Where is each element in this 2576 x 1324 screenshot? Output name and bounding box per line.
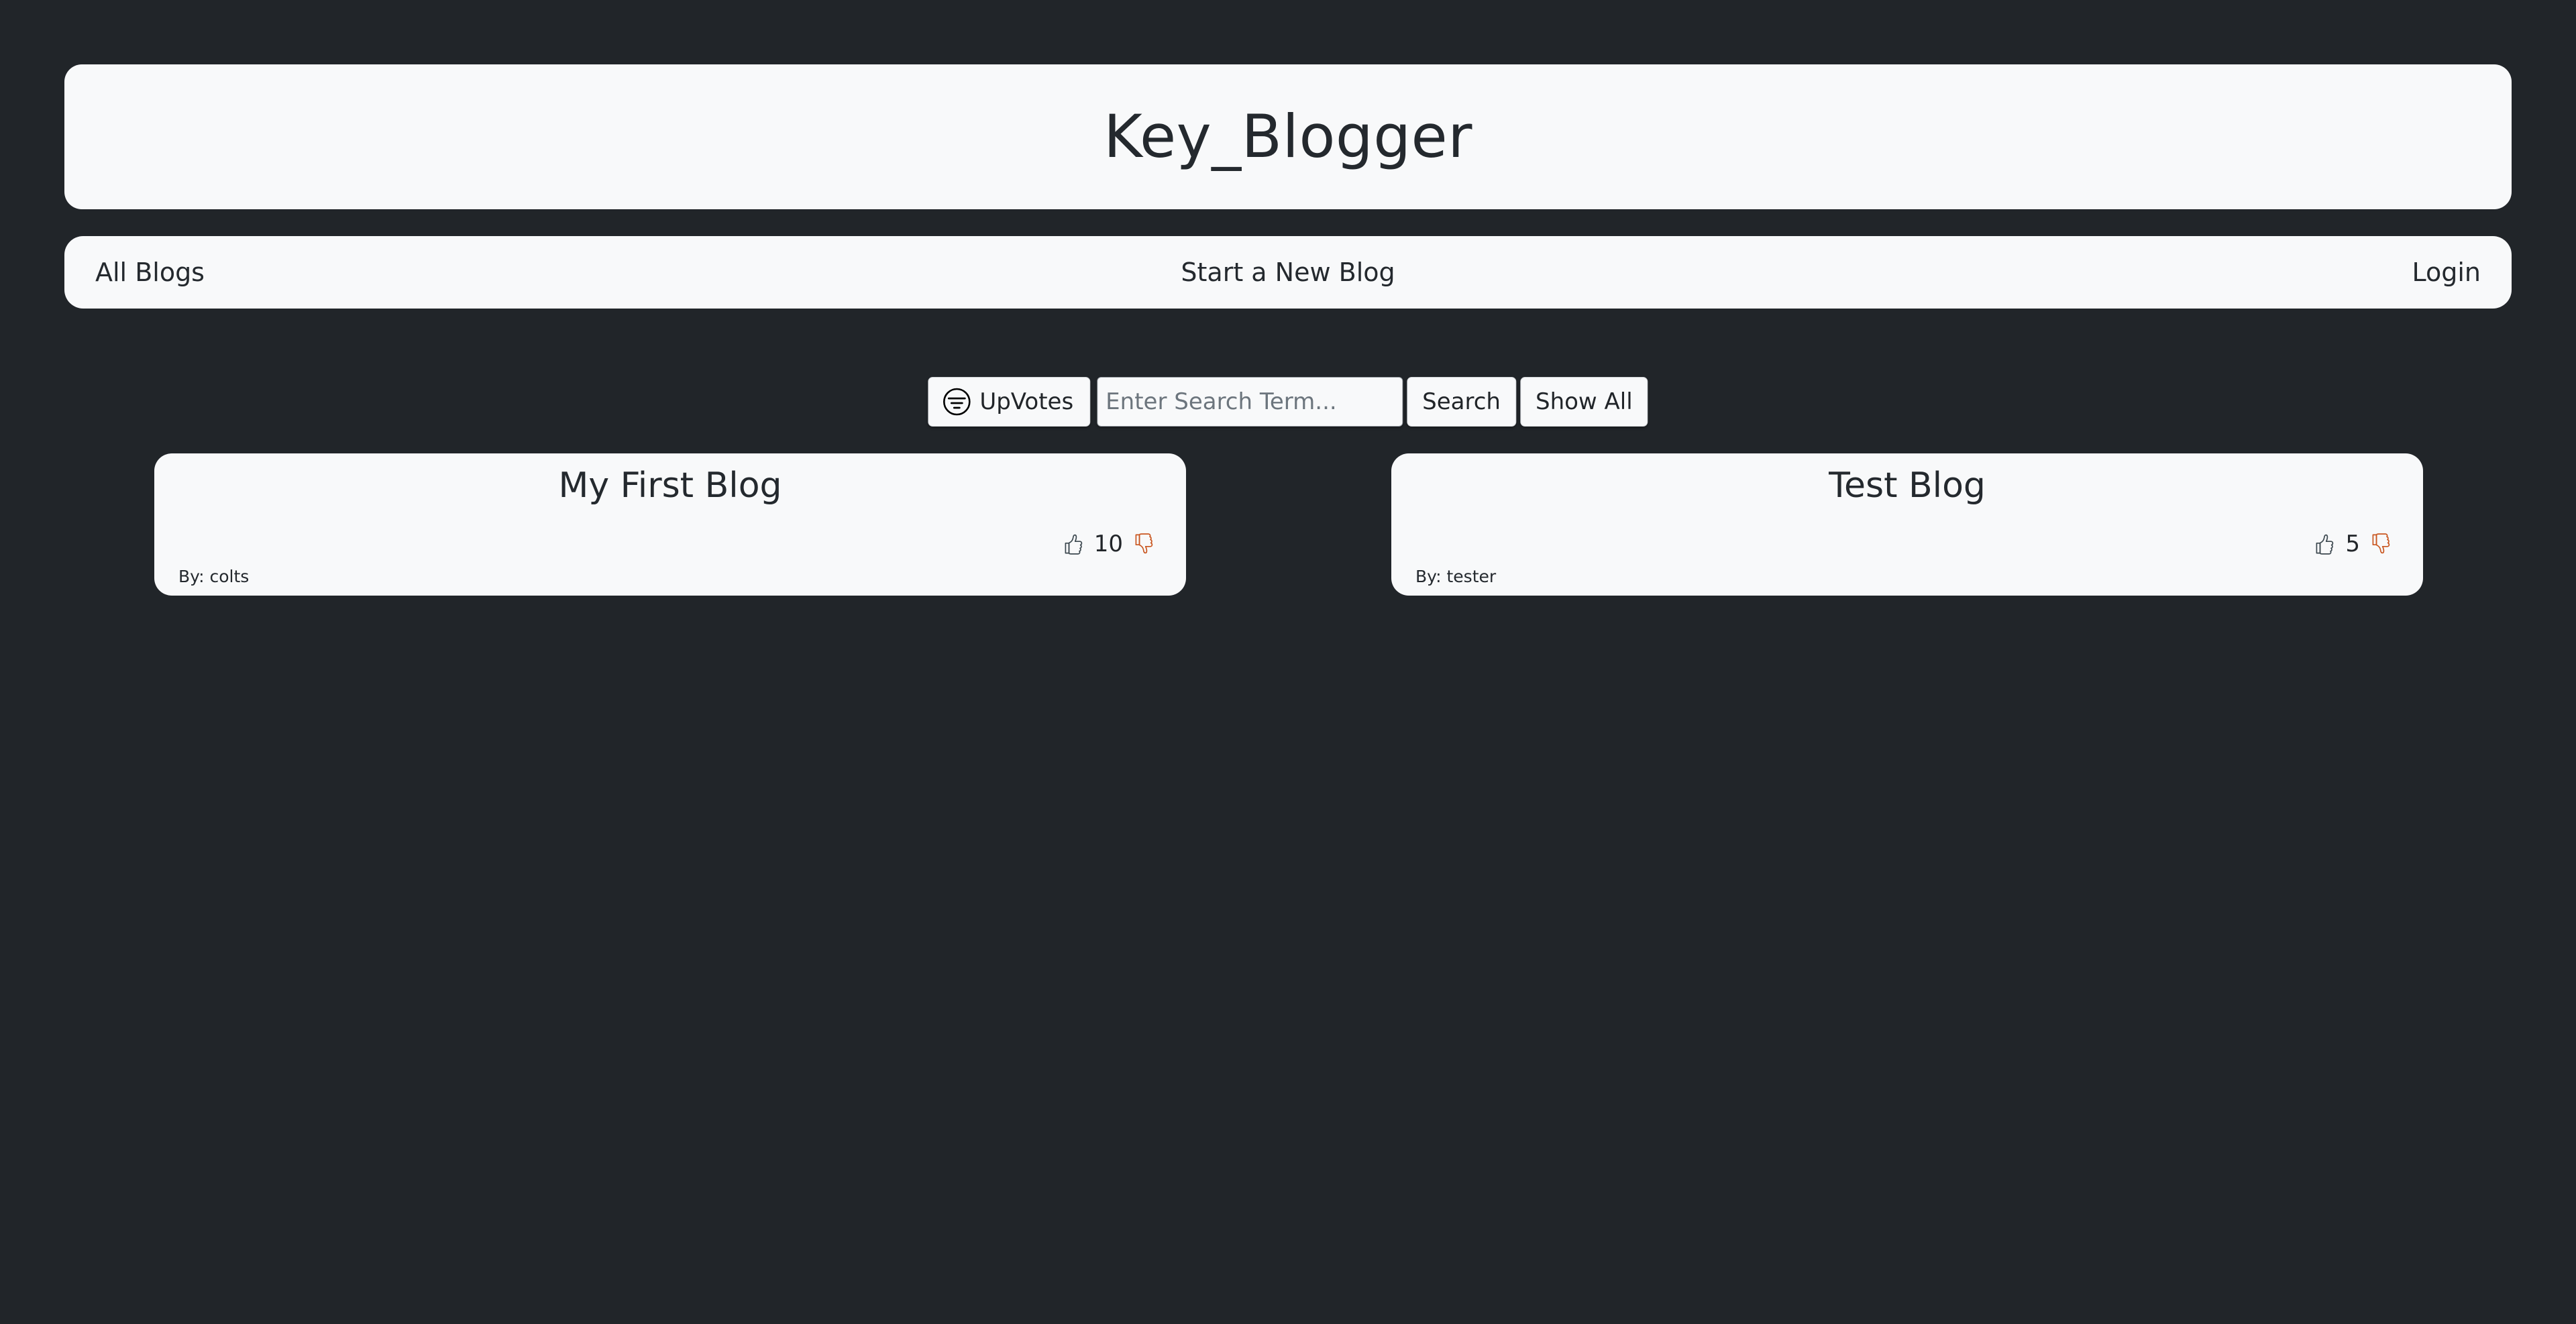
main-navbar: All Blogs Start a New Blog Login [64, 236, 2512, 309]
thumbs-up-icon[interactable] [1062, 533, 1085, 555]
blog-author: By: tester [1415, 567, 1497, 586]
thumbs-down-icon[interactable] [2369, 533, 2392, 555]
upvotes-sort-label: UpVotes [979, 388, 1074, 415]
upvotes-sort-button[interactable]: UpVotes [928, 377, 1091, 427]
vote-count: 10 [1093, 531, 1123, 557]
search-input[interactable] [1097, 377, 1403, 427]
site-header: Key_Blogger [64, 64, 2512, 209]
blog-author: By: colts [178, 567, 250, 586]
blog-card[interactable]: My First Blog 10 By: colts [154, 453, 1186, 596]
blog-card[interactable]: Test Blog 5 By: tester [1391, 453, 2423, 596]
search-toolbar: UpVotes Search Show All [928, 377, 1648, 427]
blog-title[interactable]: Test Blog [1414, 465, 2400, 506]
vote-controls: 10 [1062, 533, 1155, 555]
nav-item-login[interactable]: Login [2412, 260, 2481, 285]
vote-controls: 5 [2313, 533, 2392, 555]
app-root: Key_Blogger All Blogs Start a New Blog L… [0, 0, 2576, 1324]
nav-item-all-blogs[interactable]: All Blogs [95, 260, 205, 285]
show-all-button[interactable]: Show All [1519, 377, 1648, 427]
thumbs-up-icon[interactable] [2313, 533, 2336, 555]
nav-item-start-a-new-blog[interactable]: Start a New Blog [1181, 260, 1395, 285]
search-button[interactable]: Search [1407, 377, 1516, 427]
vote-count: 5 [2345, 531, 2360, 557]
thumbs-down-icon[interactable] [1132, 533, 1155, 555]
blog-list: My First Blog 10 By: colts Test Blog 5 B… [154, 453, 2424, 596]
blog-title[interactable]: My First Blog [177, 465, 1163, 506]
page-title: Key_Blogger [1104, 102, 1472, 171]
filter-sort-icon [942, 387, 971, 417]
